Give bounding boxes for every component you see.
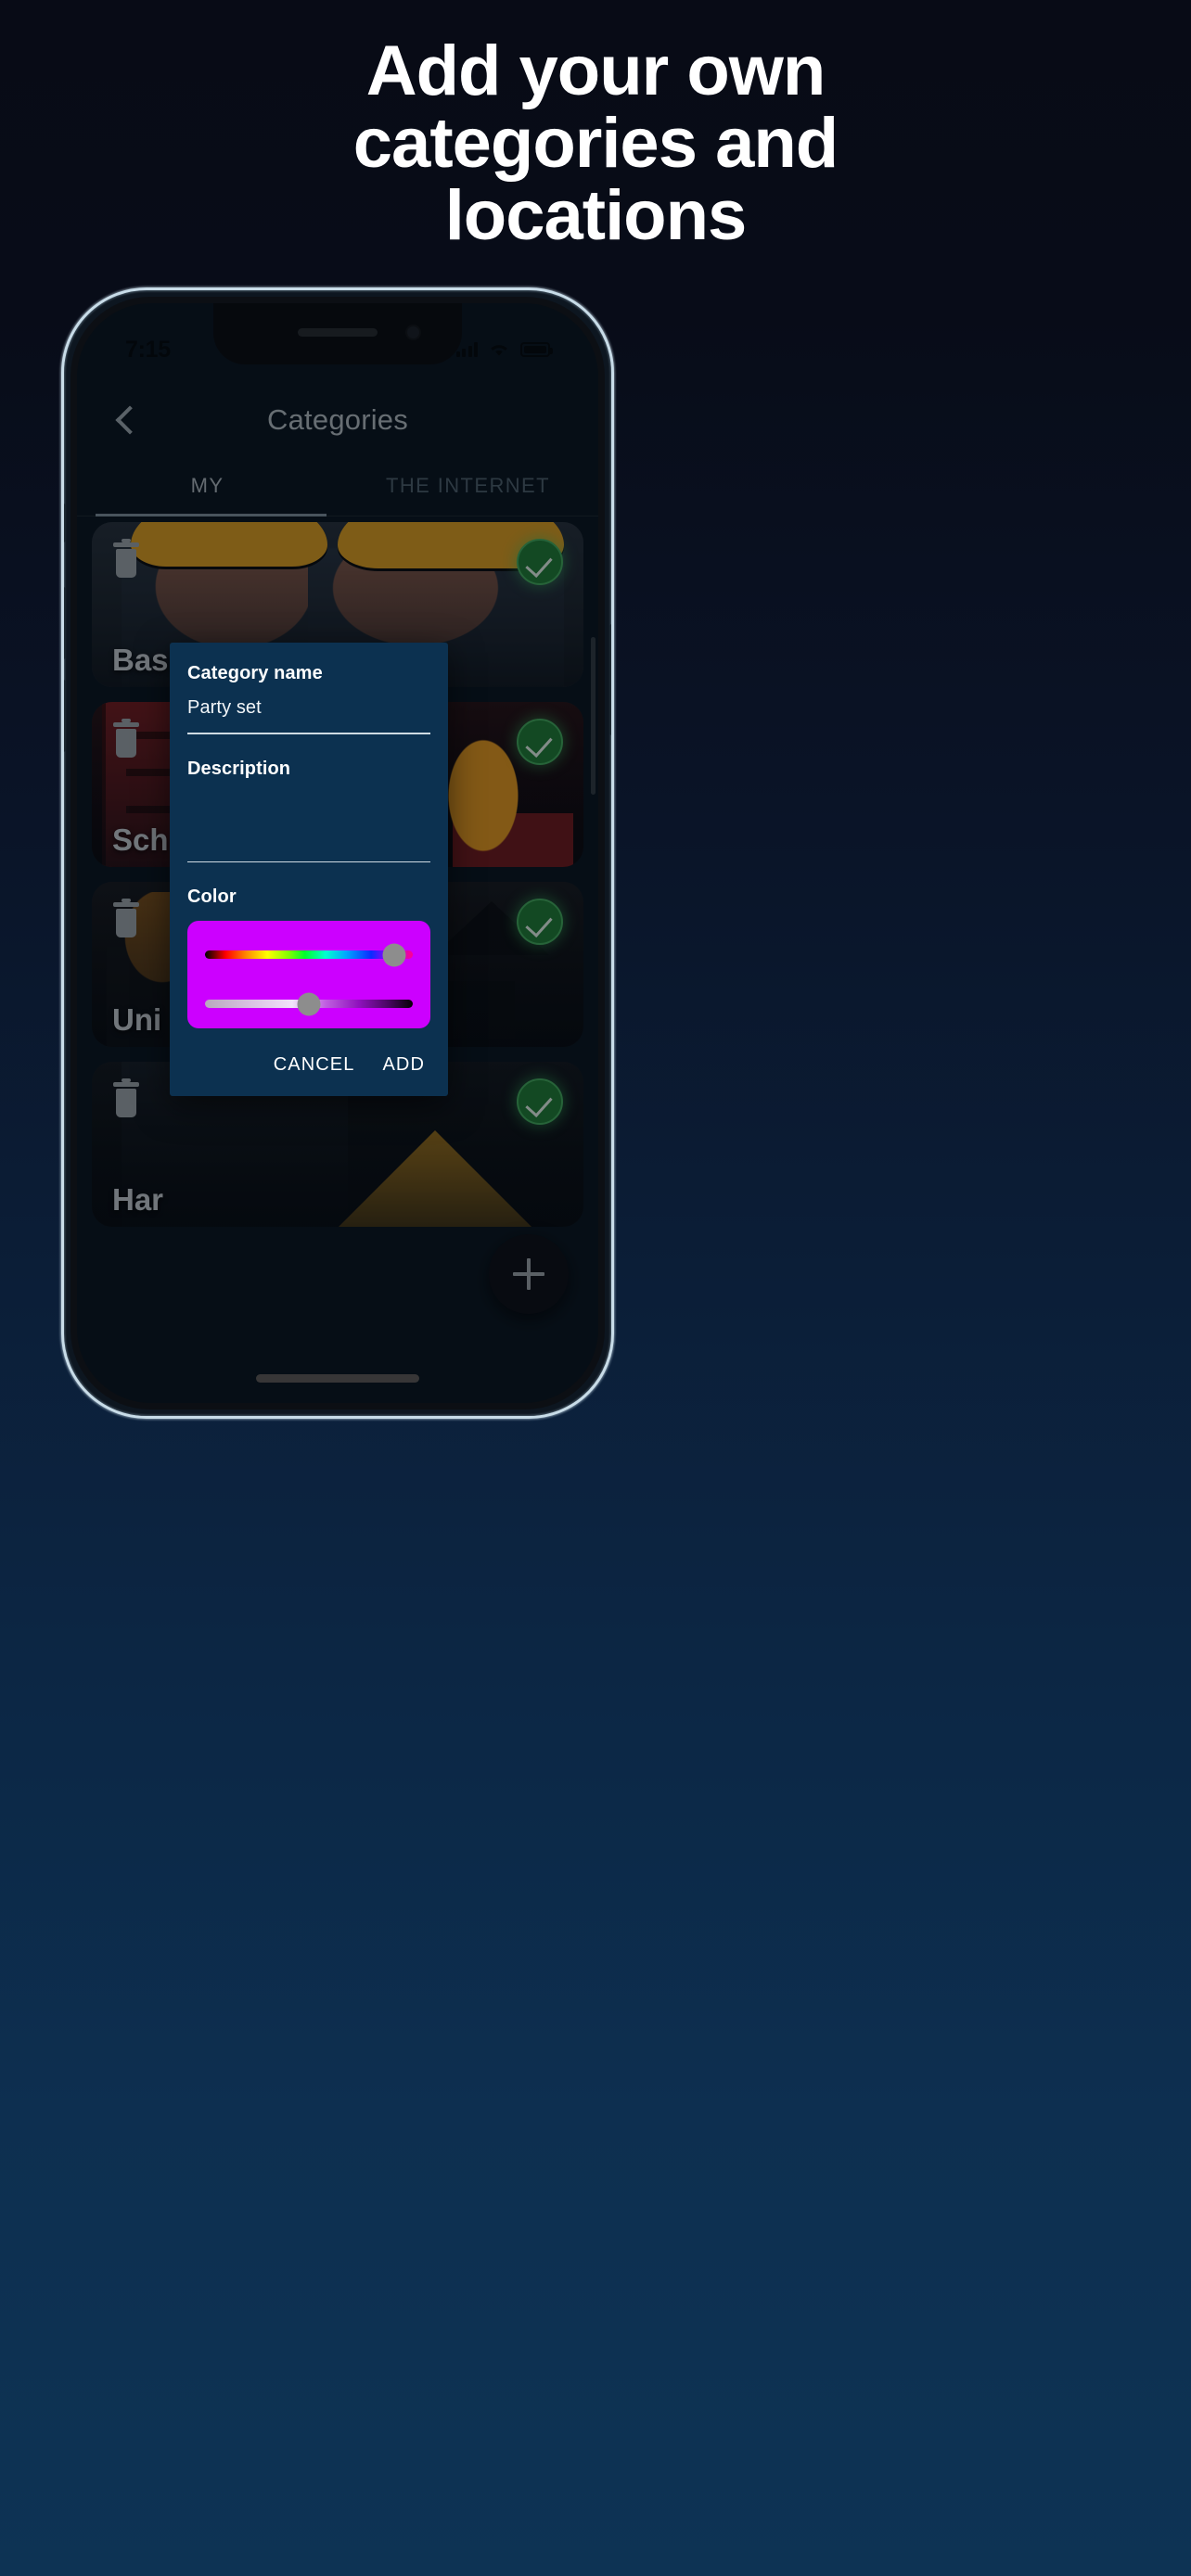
- category-name-input[interactable]: Party set: [187, 697, 430, 721]
- color-label: Color: [187, 886, 237, 907]
- color-preview: [187, 921, 430, 1028]
- phone-mockup: 7:15 Categories MY THE INTERNET Basic Sc…: [61, 287, 614, 1419]
- headline-line-1: Add your own: [365, 32, 826, 110]
- headline-line-3: locations: [444, 176, 748, 255]
- description-underline: [187, 861, 430, 862]
- description-input[interactable]: [187, 793, 430, 850]
- lightness-slider-thumb[interactable]: [297, 992, 321, 1015]
- description-label: Description: [187, 758, 291, 779]
- phone-power-button: [609, 624, 611, 735]
- add-category-dialog: Category name Party set Description Colo…: [170, 643, 448, 1096]
- add-button[interactable]: ADD: [382, 1054, 425, 1076]
- promo-headline: Add your own categories and locations: [0, 35, 1191, 252]
- hue-slider-thumb[interactable]: [382, 943, 406, 966]
- category-name-underline: [187, 733, 430, 734]
- phone-screen: 7:15 Categories MY THE INTERNET Basic Sc…: [77, 303, 598, 1403]
- phone-volume-down-button: [64, 680, 66, 752]
- category-name-label: Category name: [187, 663, 323, 683]
- cancel-button[interactable]: CANCEL: [274, 1054, 355, 1076]
- dialog-actions: CANCEL ADD: [187, 1045, 430, 1087]
- phone-silent-switch: [64, 504, 66, 542]
- headline-line-2: categories and: [352, 104, 839, 183]
- phone-bezel: 7:15 Categories MY THE INTERNET Basic Sc…: [70, 297, 605, 1409]
- phone-volume-up-button: [64, 587, 66, 659]
